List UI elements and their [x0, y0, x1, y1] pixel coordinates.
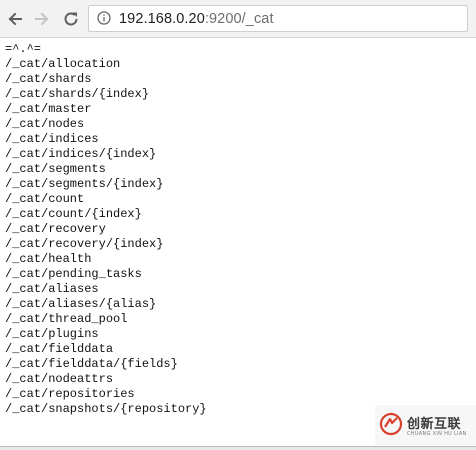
response-line: /_cat/nodeattrs	[5, 372, 114, 386]
watermark-text: 创新互联	[407, 417, 462, 432]
response-line: /_cat/count	[5, 192, 85, 206]
info-circle-icon[interactable]	[97, 11, 111, 25]
response-line: /_cat/allocation	[5, 57, 121, 71]
response-line: /_cat/shards/{index}	[5, 87, 150, 101]
response-line: /_cat/indices	[5, 132, 99, 146]
address-bar[interactable]: 192.168.0.20:9200/_cat	[88, 5, 468, 32]
window-bottom-edge	[0, 446, 476, 450]
forward-button[interactable]	[31, 8, 53, 30]
response-line: /_cat/snapshots/{repository}	[5, 402, 207, 416]
arrow-right-icon	[35, 12, 49, 26]
response-line: =^.^=	[5, 42, 42, 56]
response-line: /_cat/fielddata	[5, 342, 114, 356]
watermark: 创新互联 CHUANG XIN HU LIAN	[375, 405, 476, 445]
response-line: /_cat/plugins	[5, 327, 99, 341]
reload-icon	[64, 12, 78, 26]
watermark-logo-icon	[379, 412, 403, 436]
reload-button[interactable]	[60, 8, 82, 30]
back-button[interactable]	[4, 8, 26, 30]
response-line: /_cat/segments/{index}	[5, 177, 164, 191]
response-line: /_cat/aliases	[5, 282, 99, 296]
response-line: /_cat/nodes	[5, 117, 85, 131]
response-line: /_cat/aliases/{alias}	[5, 297, 157, 311]
url-host: 192.168.0.20	[119, 11, 205, 27]
browser-toolbar: 192.168.0.20:9200/_cat	[0, 0, 476, 38]
response-line: /_cat/fielddata/{fields}	[5, 357, 178, 371]
response-line: /_cat/shards	[5, 72, 92, 86]
arrow-left-icon	[8, 12, 22, 26]
response-line: /_cat/thread_pool	[5, 312, 128, 326]
address-url[interactable]: 192.168.0.20:9200/_cat	[119, 10, 274, 28]
watermark-subtext: CHUANG XIN HU LIAN	[407, 431, 467, 437]
response-line: /_cat/pending_tasks	[5, 267, 142, 281]
url-port-path: :9200/_cat	[204, 11, 274, 27]
browser-window: 192.168.0.20:9200/_cat =^.^=/_cat/alloca…	[0, 0, 476, 450]
response-line: /_cat/segments	[5, 162, 106, 176]
response-line: /_cat/recovery/{index}	[5, 237, 164, 251]
response-line: /_cat/indices/{index}	[5, 147, 157, 161]
response-line: /_cat/master	[5, 102, 92, 116]
response-line: /_cat/repositories	[5, 387, 135, 401]
response-line: /_cat/health	[5, 252, 92, 266]
response-line: /_cat/recovery	[5, 222, 106, 236]
response-line: /_cat/count/{index}	[5, 207, 142, 221]
cat-endpoint-list: =^.^=/_cat/allocation/_cat/shards/_cat/s…	[5, 42, 207, 417]
